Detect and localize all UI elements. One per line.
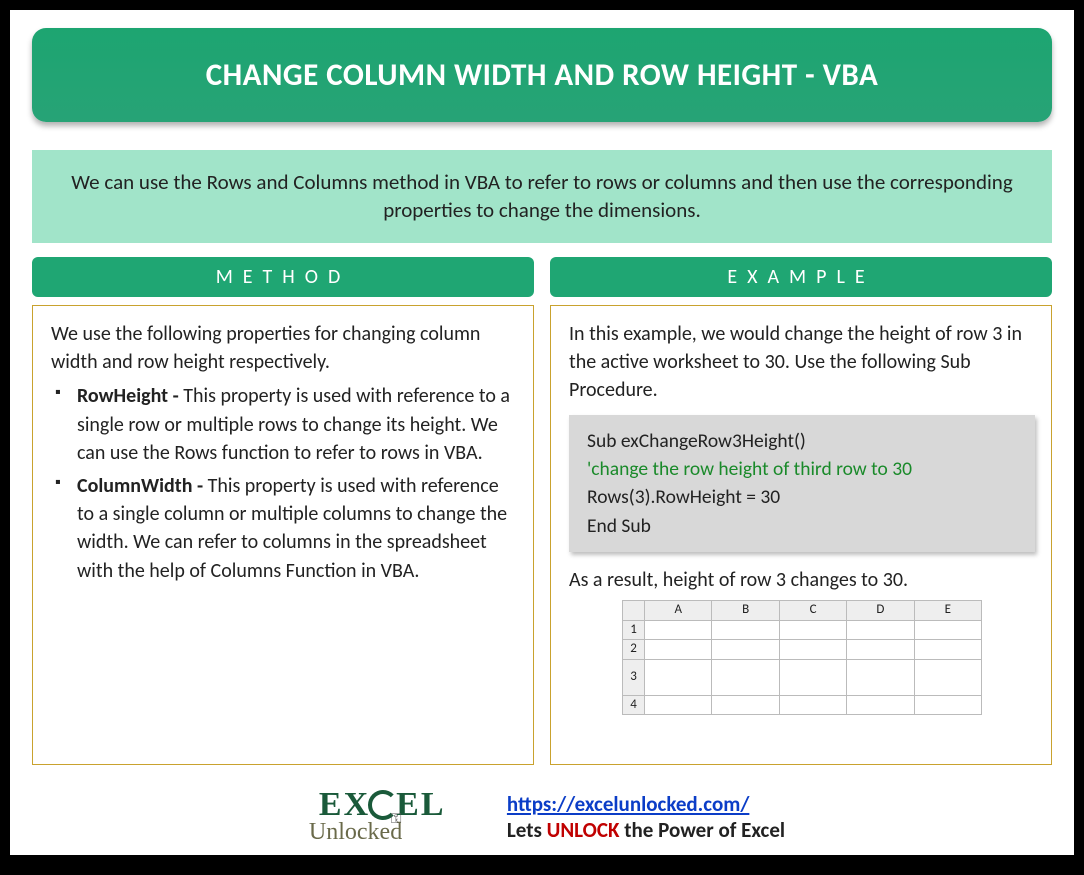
example-header: EXAMPLE: [550, 257, 1052, 297]
method-intro: We use the following properties for chan…: [51, 320, 517, 377]
property-name: RowHeight -: [77, 384, 183, 408]
code-line: Sub exChangeRow3Height(): [587, 427, 1017, 455]
example-column: EXAMPLE In this example, we would change…: [550, 257, 1052, 765]
code-block: Sub exChangeRow3Height() 'change the row…: [569, 415, 1035, 552]
method-body: We use the following properties for chan…: [32, 305, 534, 765]
row-header: 4: [623, 695, 645, 714]
code-line: Rows(3).RowHeight = 30: [587, 483, 1017, 511]
list-item: ColumnWidth - This property is used with…: [55, 472, 517, 586]
tagline: Lets UNLOCK the Power of Excel: [507, 817, 785, 843]
description-box: We can use the Rows and Columns method i…: [32, 150, 1052, 243]
row-header: 2: [623, 640, 645, 659]
code-line: End Sub: [587, 512, 1017, 540]
property-name: ColumnWidth -: [77, 474, 208, 498]
footer-text: https://excelunlocked.com/ Lets UNLOCK t…: [507, 791, 785, 843]
logo-text-bottom: Unlocked: [309, 819, 402, 846]
logo: EXEL ⚿ Unlocked: [299, 787, 489, 847]
document-card: CHANGE COLUMN WIDTH AND ROW HEIGHT - VBA…: [10, 10, 1074, 855]
two-column-layout: METHOD We use the following properties f…: [32, 257, 1052, 765]
col-header: B: [712, 601, 779, 620]
col-header: E: [914, 601, 981, 620]
page-title: CHANGE COLUMN WIDTH AND ROW HEIGHT - VBA: [32, 28, 1052, 122]
col-header: C: [779, 601, 846, 620]
excel-grid: A B C D E 1 2 3 4: [622, 600, 982, 715]
method-header: METHOD: [32, 257, 534, 297]
example-intro: In this example, we would change the hei…: [569, 320, 1035, 405]
unlock-word: UNLOCK: [547, 817, 620, 843]
row-header-tall: 3: [623, 659, 645, 695]
code-comment: 'change the row height of third row to 3…: [587, 455, 1017, 483]
example-result: As a result, height of row 3 changes to …: [569, 566, 1035, 594]
footer: EXEL ⚿ Unlocked https://excelunlocked.co…: [10, 787, 1074, 847]
grid-corner: [623, 601, 645, 620]
method-list: RowHeight - This property is used with r…: [51, 382, 517, 585]
example-body: In this example, we would change the hei…: [550, 305, 1052, 765]
website-link[interactable]: https://excelunlocked.com/: [507, 791, 749, 817]
col-header: D: [847, 601, 914, 620]
col-header: A: [645, 601, 712, 620]
list-item: RowHeight - This property is used with r…: [55, 382, 517, 467]
row-header: 1: [623, 620, 645, 639]
method-column: METHOD We use the following properties f…: [32, 257, 534, 765]
